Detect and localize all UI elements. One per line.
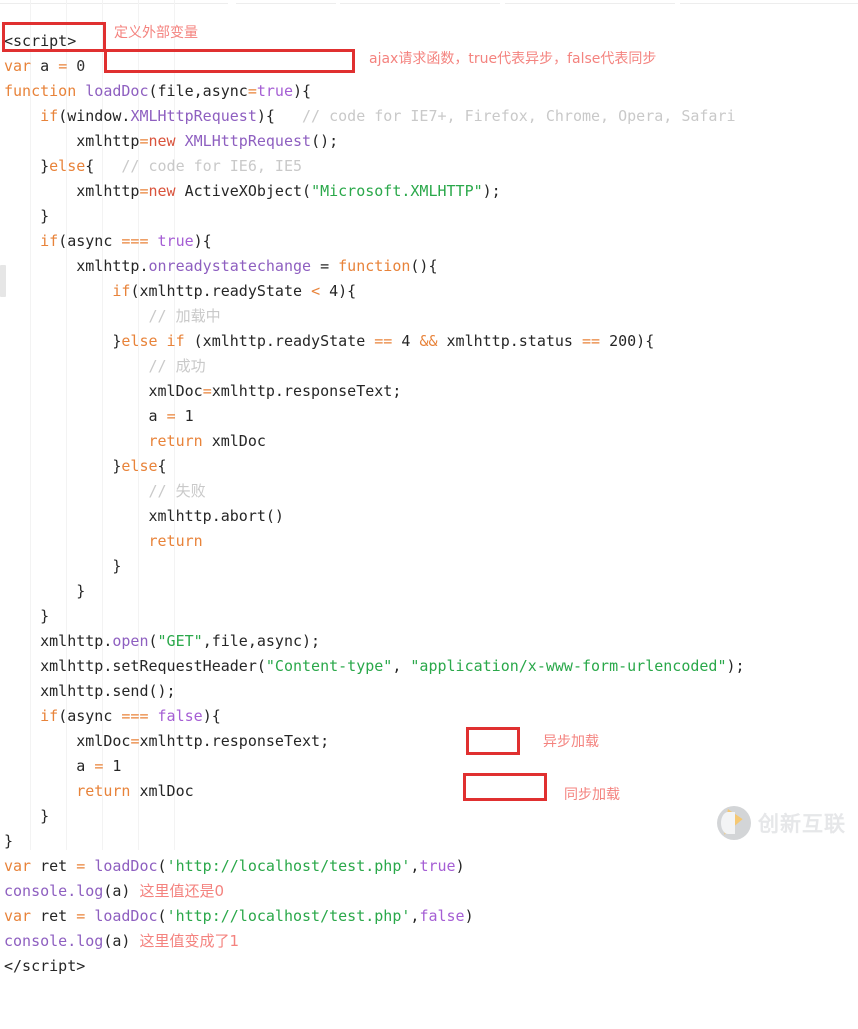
code-line: var ret = loadDoc('http://localhost/test… <box>4 857 465 875</box>
code-line: } <box>4 582 86 600</box>
code-line: </script> <box>4 957 86 975</box>
watermark: 创新互联 <box>717 806 846 840</box>
code-line: xmlhttp=new XMLHttpRequest(); <box>4 132 339 150</box>
code-line: if(window.XMLHttpRequest){ // code for I… <box>40 107 736 125</box>
annotation-sync-load: 同步加载 <box>564 787 620 803</box>
code-line: return <box>148 532 203 550</box>
highlight-box-true-arg <box>466 727 520 755</box>
highlight-box-var-a <box>2 22 106 52</box>
code-line: // 失败 <box>148 482 206 500</box>
code-line: xmlDoc=xmlhttp.responseText; <box>4 732 330 750</box>
code-line: }else{ // code for IE6, IE5 <box>4 157 303 175</box>
code-line: } <box>4 207 50 225</box>
code-line: xmlhttp.open("GET",file,async); <box>4 632 321 650</box>
code-line: } <box>4 807 50 825</box>
code-line: }else{ <box>4 457 167 475</box>
code-line: a = 1 <box>4 407 194 425</box>
annotation-async-load: 异步加载 <box>543 734 599 750</box>
code-line: xmlhttp.send(); <box>4 682 176 700</box>
code-line: xmlhttp.abort() <box>4 507 284 525</box>
code-line: if(async === false){ <box>40 707 221 725</box>
cx-circle-logo-icon <box>717 806 751 840</box>
code-line: return xmlDoc <box>148 432 266 450</box>
code-line: console.log(a) 这里值还是0 <box>4 882 225 900</box>
code-line: if(xmlhttp.readyState < 4){ <box>112 282 357 300</box>
code-line: console.log(a) 这里值变成了1 <box>4 932 240 950</box>
code-line: }else if (xmlhttp.readyState == 4 && xml… <box>4 332 655 350</box>
code-line: return xmlDoc <box>76 782 194 800</box>
code-line: xmlhttp.setRequestHeader("Content-type",… <box>4 657 745 675</box>
code-line: function loadDoc(file,async=true){ <box>4 82 312 100</box>
code-line: } <box>4 557 122 575</box>
code-line: // 成功 <box>148 357 206 375</box>
code-line: } <box>4 832 14 850</box>
highlight-box-false-arg <box>463 773 547 801</box>
code-line: a = 1 <box>4 757 122 775</box>
code-line: xmlDoc=xmlhttp.responseText; <box>4 382 402 400</box>
code-line: // 加载中 <box>148 307 221 325</box>
code-viewer: <script> var a = 0 function loadDoc(file,a… <box>0 0 858 975</box>
code-line: xmlhttp=new ActiveXObject("Microsoft.XML… <box>4 182 501 200</box>
watermark-label: 创新互联 <box>758 812 846 836</box>
code-line: if(async === true){ <box>40 232 212 250</box>
highlight-box-loaddoc-signature <box>104 49 355 73</box>
annotation-define-outer-var: 定义外部变量 <box>114 25 198 41</box>
code-line: var ret = loadDoc('http://localhost/test… <box>4 907 474 925</box>
code-line: xmlhttp.onreadystatechange = function(){ <box>4 257 438 275</box>
annotation-ajax-request-fn: ajax请求函数，true代表异步，false代表同步 <box>369 51 657 67</box>
code-line: } <box>4 607 50 625</box>
source-code-block: <script> var a = 0 function loadDoc(file,a… <box>0 0 745 1029</box>
